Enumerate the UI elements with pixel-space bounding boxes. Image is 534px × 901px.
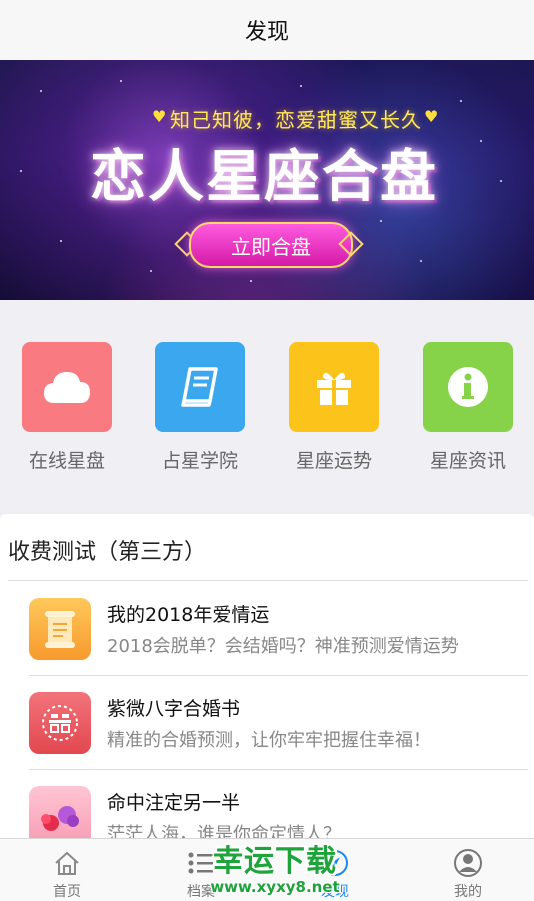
grid-item-news[interactable]: 星座资讯 — [418, 342, 518, 473]
heart-icon: ♥ — [152, 107, 167, 126]
match-now-button[interactable]: 立即合盘 — [189, 222, 353, 268]
book-icon — [155, 342, 245, 432]
list-item-desc: 2018会脱单？会结婚吗？神准预测爱情运势 — [107, 636, 459, 657]
tab-label: 档案 — [187, 884, 215, 900]
tab-label: 首页 — [53, 884, 81, 900]
grid-item-label: 星座运势 — [295, 450, 372, 472]
list-item[interactable]: 我的2018年爱情运 2018会脱单？会结婚吗？神准预测爱情运势 — [0, 582, 534, 676]
grid-item-label: 占星学院 — [161, 450, 238, 472]
home-icon — [53, 849, 81, 877]
grid-item-label: 在线星盘 — [28, 450, 105, 472]
grid-item-horoscope[interactable]: 星座运势 — [284, 342, 384, 473]
tab-home[interactable]: 首页 — [17, 839, 117, 901]
banner-subtitle: 知己知彼，恋爱甜蜜又长久 — [170, 108, 422, 132]
cloud-icon — [22, 342, 112, 432]
heart-icon: ♥ — [424, 107, 439, 126]
divider — [8, 580, 528, 581]
grid-item-astrology-academy[interactable]: 占星学院 — [150, 342, 250, 473]
tab-me[interactable]: 我的 — [418, 839, 518, 901]
section-title: 收费测试（第三方） — [8, 540, 207, 565]
nav-header: 发现 — [0, 0, 534, 61]
tab-discover[interactable]: 发现 — [285, 839, 385, 901]
page-title: 发现 — [244, 20, 289, 45]
gift-icon — [289, 342, 379, 432]
tab-archive[interactable]: 档案 — [151, 839, 251, 901]
grid-item-online-chart[interactable]: 在线星盘 — [17, 342, 117, 473]
grid-item-label: 星座资讯 — [429, 450, 506, 472]
compass-icon — [321, 849, 349, 877]
scroll-icon — [29, 598, 91, 660]
promo-banner[interactable]: ♥ 知己知彼，恋爱甜蜜又长久 ♥ 恋人星座合盘 立即合盘 — [0, 60, 534, 300]
double-happiness-icon — [29, 692, 91, 754]
tab-label: 发现 — [321, 884, 349, 900]
user-icon — [453, 849, 483, 877]
info-icon — [423, 342, 513, 432]
list-item-title: 紫微八字合婚书 — [107, 698, 241, 720]
list-item-title: 命中注定另一半 — [107, 792, 241, 814]
list-icon — [187, 849, 215, 877]
banner-title: 恋人星座合盘 — [90, 145, 438, 210]
list-item-title: 我的2018年爱情运 — [107, 604, 270, 626]
tab-label: 我的 — [454, 884, 482, 900]
list-item-desc: 精准的合婚预测，让你牢牢把握住幸福！ — [107, 730, 431, 751]
paid-tests-section: 收费测试（第三方） 我的2018年爱情运 2018会脱单？会结婚吗？神准预测爱情… — [0, 514, 534, 848]
list-item[interactable]: 紫微八字合婚书 精准的合婚预测，让你牢牢把握住幸福！ — [0, 676, 534, 770]
feature-grid: 在线星盘 占星学院 星座运势 星座资讯 — [0, 300, 534, 505]
bottom-tab-bar: 首页 档案 发现 我的 — [0, 838, 534, 901]
